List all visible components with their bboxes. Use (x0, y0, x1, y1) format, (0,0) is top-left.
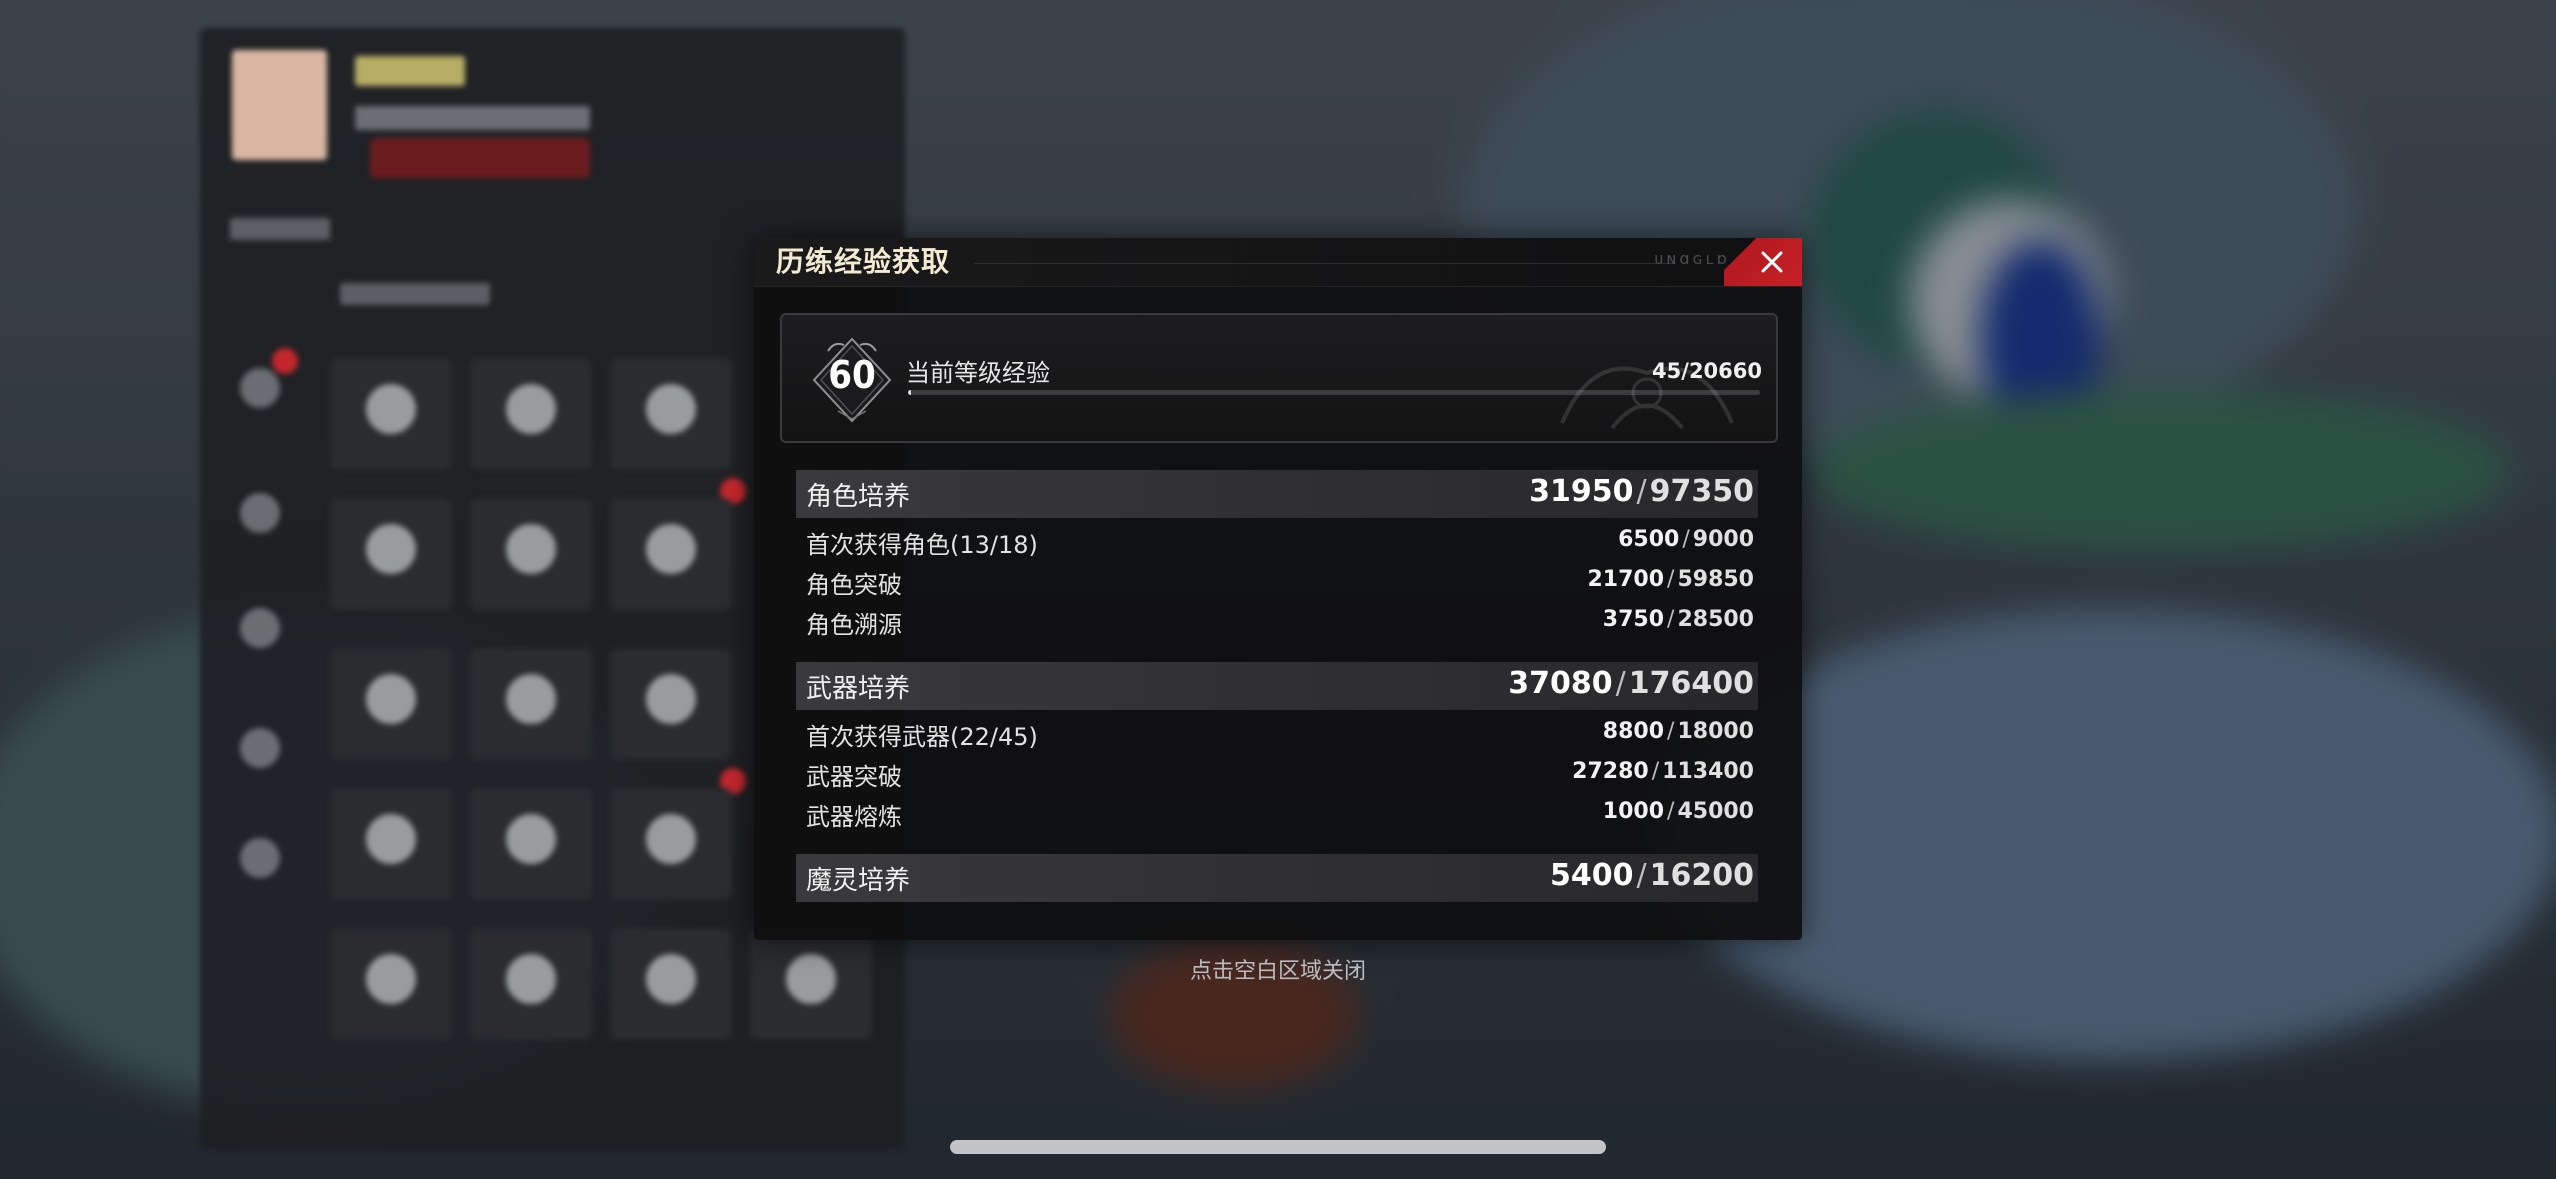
side-icon (240, 368, 280, 408)
stat-label: 角色突破 (806, 571, 902, 599)
stat-value: 3750/28500 (1602, 607, 1754, 632)
side-icon (240, 728, 280, 768)
close-x-icon (1761, 251, 1783, 273)
watermark-ornament-icon (1560, 366, 1734, 430)
stat-value: 6500/9000 (1618, 527, 1754, 552)
notification-dot (272, 348, 298, 374)
menu-cell (610, 498, 732, 610)
menu-cell (610, 648, 732, 760)
section-label: 魔灵培养 (806, 866, 911, 896)
stat-value: 27280/113400 (1572, 759, 1754, 784)
menu-cell (470, 498, 592, 610)
section-spirit-training: 魔灵培养 5400/16200 (796, 854, 1758, 902)
section-label: 武器培养 (806, 674, 911, 704)
section-value: 5400/16200 (1550, 858, 1754, 893)
experience-dialog: 历练经验获取 ᴜɴɑɢʟɒ 60 当前等级经验 45/20660 角色培养 31… (754, 238, 1802, 940)
stat-row: 首次获得角色(13/18) 6500/9000 (806, 521, 1758, 561)
stat-row: 角色突破 21700/59850 (806, 561, 1758, 601)
menu-cell (330, 358, 452, 470)
title-divider (974, 263, 1674, 264)
stat-label: 首次获得武器(22/45) (806, 723, 1038, 751)
player-badge-blur (370, 138, 590, 178)
menu-cell (330, 498, 452, 610)
tap-to-close-hint: 点击空白区域关闭 (1189, 959, 1366, 984)
menu-cell (610, 788, 732, 900)
stat-label: 首次获得角色(13/18) (806, 531, 1038, 559)
stat-value: 21700/59850 (1587, 567, 1754, 592)
level-number: 60 (828, 353, 876, 397)
level-progress-fill (908, 390, 911, 395)
title-decoration: ᴜɴɑɢʟɒ (1654, 249, 1730, 268)
menu-cell (330, 648, 452, 760)
section-value: 37080/176400 (1508, 666, 1754, 701)
stat-row: 首次获得武器(22/45) 8800/18000 (806, 713, 1758, 753)
menu-cell (470, 788, 592, 900)
level-card: 60 当前等级经验 45/20660 (780, 313, 1778, 443)
side-icon (240, 493, 280, 533)
stat-label: 武器突破 (806, 763, 902, 791)
player-info-blur (355, 106, 590, 130)
panel-label-blur (340, 283, 490, 305)
stat-row: 武器熔炼 1000/45000 (806, 793, 1758, 833)
menu-cell (470, 648, 592, 760)
section-value: 31950/97350 (1529, 474, 1754, 509)
stat-row: 角色溯源 3750/28500 (806, 601, 1758, 641)
section-character-training: 角色培养 31950/97350 (796, 470, 1758, 518)
menu-cell (470, 358, 592, 470)
player-name-blur (355, 56, 465, 86)
section-label: 角色培养 (806, 482, 911, 512)
menu-cell (330, 788, 452, 900)
stat-value: 8800/18000 (1602, 719, 1754, 744)
level-label: 当前等级经验 (906, 359, 1050, 387)
section-weapon-training: 武器培养 37080/176400 (796, 662, 1758, 710)
close-button[interactable] (1724, 238, 1802, 286)
stat-value: 1000/45000 (1602, 799, 1754, 824)
side-icon (240, 838, 280, 878)
dialog-titlebar: 历练经验获取 ᴜɴɑɢʟɒ (754, 238, 1802, 287)
stat-label: 武器熔炼 (806, 803, 902, 831)
menu-cell (610, 358, 732, 470)
player-avatar (232, 50, 327, 160)
stat-row: 武器突破 27280/113400 (806, 753, 1758, 793)
dialog-title: 历练经验获取 (776, 245, 951, 278)
panel-label-blur (230, 218, 330, 240)
side-icon (240, 608, 280, 648)
stat-label: 角色溯源 (806, 611, 902, 639)
home-indicator[interactable] (950, 1140, 1606, 1154)
